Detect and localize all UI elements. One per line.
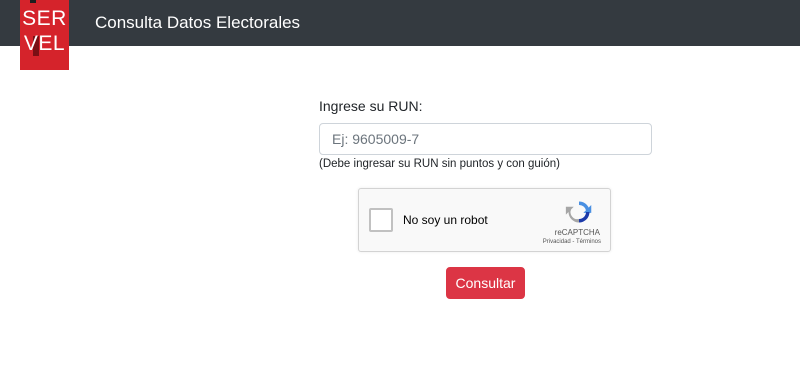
consultar-button[interactable]: Consultar	[446, 267, 525, 299]
recaptcha-icon	[565, 201, 592, 223]
top-navbar: Consulta Datos Electorales	[0, 0, 800, 46]
logo-text-bottom: VEL	[23, 32, 66, 55]
run-input[interactable]	[319, 123, 652, 155]
run-hint: (Debe ingresar su RUN sin puntos y con g…	[319, 158, 560, 170]
recaptcha-brand: reCAPTCHA	[554, 228, 600, 237]
recaptcha-links[interactable]: Privacidad - Términos	[543, 239, 601, 245]
run-label: Ingrese su RUN:	[319, 98, 423, 114]
logo-text-top: SER	[22, 7, 67, 30]
logo-accent	[30, 0, 36, 3]
servel-logo[interactable]: SER VEL	[20, 0, 69, 70]
recaptcha-checkbox[interactable]	[369, 208, 393, 232]
page-title: Consulta Datos Electorales	[95, 13, 301, 32]
recaptcha-widget: No soy un robot reCAPTCHA Privacidad - T…	[358, 188, 611, 252]
recaptcha-label: No soy un robot	[403, 213, 488, 227]
